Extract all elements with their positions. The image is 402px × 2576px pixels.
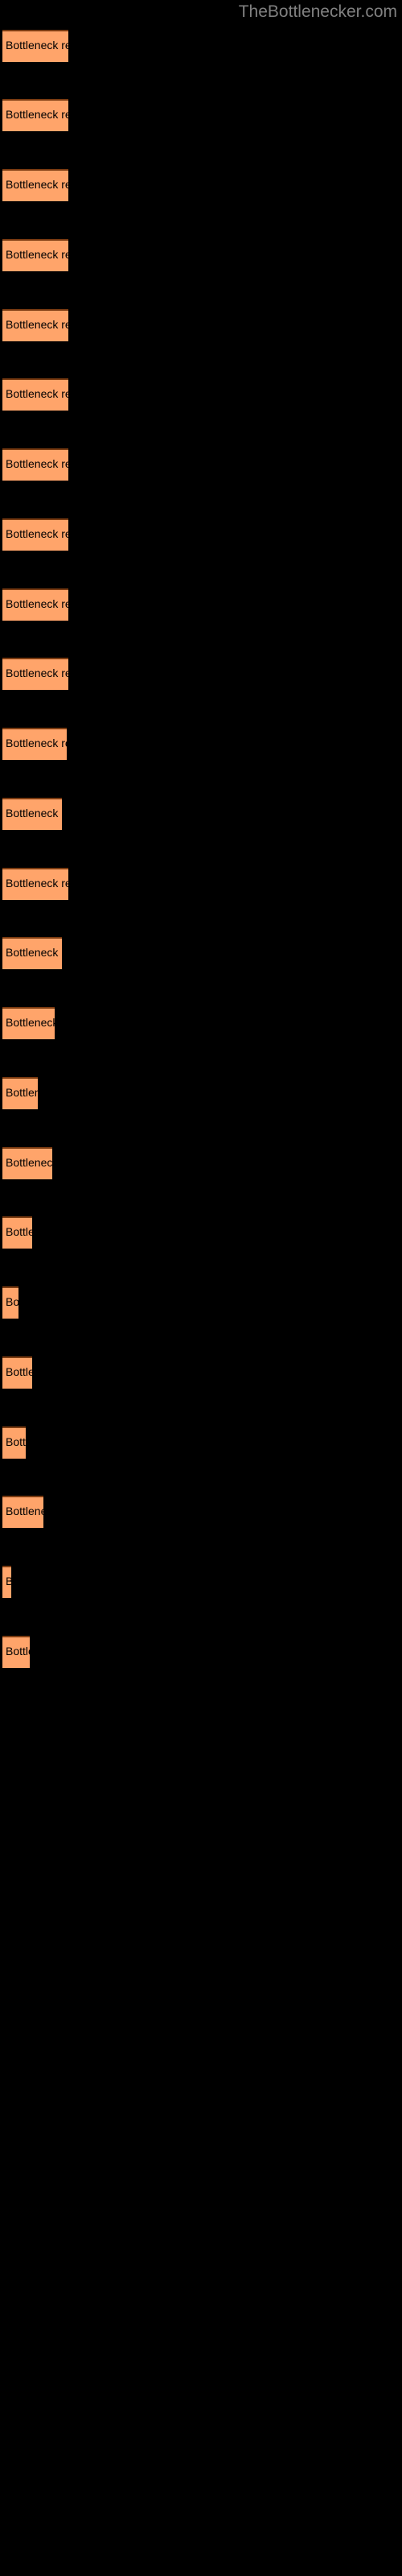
bar[interactable]: Bottleneck result [2, 798, 62, 830]
bar[interactable]: Bottleneck result [2, 518, 68, 551]
bar[interactable]: Bottleneck result [2, 658, 68, 690]
bar-label: Bottleneck result [6, 457, 68, 470]
bar[interactable]: Bottleneck result [2, 378, 68, 411]
bar-label: Bottleneck result [6, 877, 68, 890]
bar[interactable]: Bottleneck result [2, 1636, 30, 1668]
bar-label: Bottleneck result [6, 597, 68, 610]
page-root: TheBottlenecker.com Bottleneck resultBot… [0, 0, 402, 2576]
bar[interactable]: Bottleneck result [2, 99, 68, 131]
bar[interactable]: Bottleneck result [2, 448, 68, 481]
bar-label: Bottleneck result [6, 1365, 32, 1378]
bar[interactable]: Bottleneck result [2, 1077, 38, 1109]
bar[interactable]: Bottleneck result [2, 239, 68, 271]
bar[interactable]: Bottleneck result [2, 1286, 18, 1319]
bar-label: Bottleneck result [6, 318, 68, 331]
bar-row: Bottleneck result [0, 1007, 402, 1040]
bar-row: Bottleneck result [0, 1496, 402, 1529]
bar-row: Bottleneck result [0, 30, 402, 63]
bar-row: Bottleneck result [0, 658, 402, 691]
bar[interactable]: Bottleneck result [2, 30, 68, 62]
bar[interactable]: Bottleneck result [2, 1426, 26, 1459]
bar-row: Bottleneck result [0, 798, 402, 831]
bar-row: Bottleneck result [0, 1356, 402, 1389]
bar-row: Bottleneck result [0, 309, 402, 342]
bar[interactable]: Bottleneck result [2, 1007, 55, 1039]
bar[interactable]: Bottleneck result [2, 728, 67, 760]
bar-label: Bottleneck result [6, 527, 68, 540]
bar-label: Bottleneck result [6, 1435, 26, 1448]
bar-row: Bottleneck result [0, 1636, 402, 1669]
bar-label: Bottleneck result [6, 737, 67, 749]
bar-label: Bottleneck result [6, 387, 68, 400]
bar-label: Bottleneck result [6, 1016, 55, 1029]
bar-chart: Bottleneck result Bottleneck result Bottle… [0, 0, 402, 2576]
bar-row: Bottleneck result [0, 868, 402, 901]
bar-row: Bottleneck result [0, 378, 402, 411]
bar-label: Bottleneck result [6, 1645, 30, 1657]
bar-label: Bottleneck result [6, 1505, 43, 1517]
bar-label: Bottleneck result [6, 1295, 18, 1308]
bar[interactable]: Bottleneck result [2, 309, 68, 341]
bar[interactable]: Bottleneck result [2, 1216, 32, 1249]
bar-label: Bottleneck result [6, 1575, 11, 1588]
bar-label: Bottleneck result [6, 807, 62, 819]
bar-row: Bottleneck result [0, 239, 402, 272]
bar-label: Bottleneck result [6, 1156, 52, 1169]
bar-label: Bottleneck result [6, 667, 68, 679]
bar[interactable]: Bottleneck result [2, 1496, 43, 1528]
bar-label: Bottleneck result [6, 946, 62, 959]
bar[interactable]: Bottleneck result [2, 588, 68, 621]
bar-row: Bottleneck result [0, 448, 402, 481]
bar-row: Bottleneck result [0, 1216, 402, 1249]
bar-row: Bottleneck result [0, 99, 402, 132]
bar[interactable]: Bottleneck result [2, 1147, 52, 1179]
bar-row: Bottleneck result [0, 1147, 402, 1180]
bar-row: Bottleneck result [0, 1566, 402, 1599]
bar-label: Bottleneck result [6, 178, 68, 191]
bar-row: Bottleneck result [0, 1286, 402, 1319]
bar[interactable]: Bottleneck result [2, 868, 68, 900]
bar[interactable]: Bottleneck result [2, 1566, 11, 1598]
bar-row: Bottleneck result [0, 728, 402, 761]
bar-row: Bottleneck result [0, 588, 402, 621]
bar[interactable]: Bottleneck result [2, 937, 62, 969]
bar-row: Bottleneck result [0, 937, 402, 970]
bar-row: Bottleneck result [0, 1077, 402, 1110]
bar-label: Bottleneck result [6, 39, 68, 52]
bar[interactable]: Bottleneck result [2, 1356, 32, 1389]
bar-label: Bottleneck result [6, 108, 68, 121]
bar-row: Bottleneck result [0, 1426, 402, 1459]
bar[interactable]: Bottleneck result [2, 169, 68, 201]
bar-label: Bottleneck result [6, 1086, 38, 1099]
bar-label: Bottleneck result [6, 1225, 32, 1238]
bar-label: Bottleneck result [6, 248, 68, 261]
bar-row: Bottleneck result [0, 518, 402, 551]
bar-row: Bottleneck result [0, 169, 402, 202]
